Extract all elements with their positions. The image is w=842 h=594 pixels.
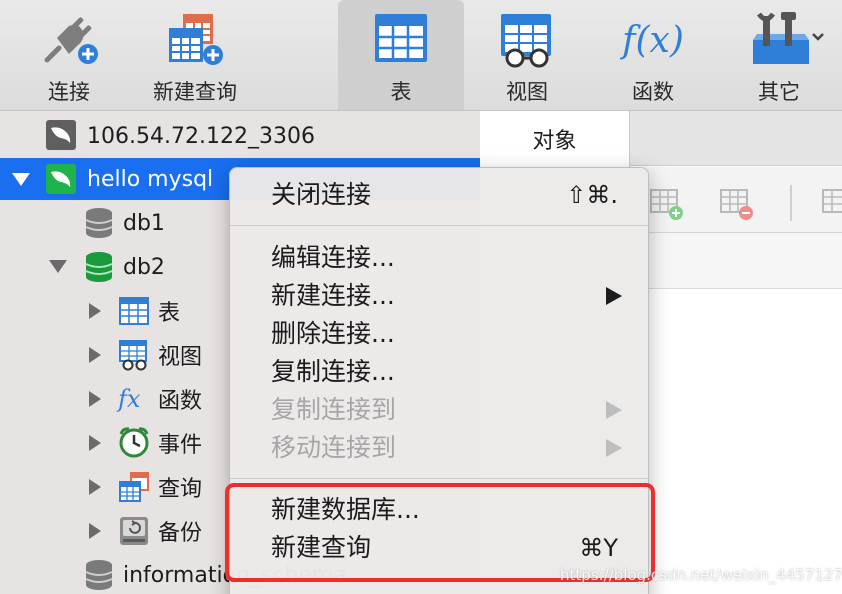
database-icon	[84, 207, 116, 239]
toolbar-table-label: 表	[390, 80, 412, 104]
menu-item-duplicate-connection[interactable]: 复制连接...	[230, 354, 648, 390]
connection-plug-icon	[39, 10, 99, 70]
menu-item-label: 编辑连接...	[271, 243, 395, 272]
new-query-icon	[165, 10, 225, 70]
menu-item-label: 新建连接...	[271, 281, 395, 310]
tab-objects[interactable]: 对象	[480, 111, 630, 167]
tree-item-label: 备份	[158, 521, 203, 546]
toolbar-other-button[interactable]: 其它	[716, 0, 842, 110]
menu-item-label: 移动连接到	[271, 433, 397, 462]
view-icon	[497, 10, 557, 70]
tree-item-connection-remote[interactable]: 106.54.72.122_3306	[0, 114, 480, 158]
disclosure-triangle-closed-icon[interactable]	[89, 435, 101, 451]
tree-item-label: 函数	[158, 389, 203, 414]
submenu-arrow-icon	[606, 401, 622, 419]
watermark-text: https://blog.csdn.net/weixin_44571270	[560, 566, 842, 584]
menu-item-shortcut: ⇧⌘.	[566, 181, 618, 209]
tree-item-label: 事件	[158, 433, 203, 458]
tree-item-label: 查询	[158, 477, 203, 502]
disclosure-triangle-closed-icon[interactable]	[89, 347, 101, 363]
tree-item-label: db2	[123, 254, 165, 280]
table-icon[interactable]	[822, 187, 842, 225]
disclosure-triangle-open-icon[interactable]	[12, 173, 30, 186]
toolbar-view-button[interactable]: 视图	[464, 0, 590, 110]
toolbar-new-query-label: 新建查询	[153, 80, 237, 104]
main-toolbar: 连接 新建查询 表 视图 f(x) 函数 其它	[0, 0, 842, 111]
toolbar-function-button[interactable]: f(x) 函数	[590, 0, 716, 110]
tree-item-label: 106.54.72.122_3306	[87, 123, 315, 149]
menu-item-close-connection[interactable]: 关闭连接 ⇧⌘.	[230, 177, 648, 213]
toolbar-new-query-button[interactable]: 新建查询	[132, 0, 258, 110]
menu-item-move-connection-to: 移动连接到	[230, 430, 648, 466]
toolbar-view-label: 视图	[506, 80, 548, 104]
menu-item-label: 删除连接...	[271, 319, 395, 348]
disclosure-triangle-closed-icon[interactable]	[89, 391, 101, 407]
tree-item-label: db1	[123, 210, 165, 236]
disclosure-triangle-closed-icon[interactable]	[89, 523, 101, 539]
delete-table-icon[interactable]	[720, 187, 754, 225]
menu-item-label: 关闭连接	[271, 180, 372, 209]
tools-icon	[749, 10, 824, 70]
view-icon	[118, 339, 150, 371]
menu-item-label: 复制连接...	[271, 357, 395, 386]
menu-item-edit-connection[interactable]: 编辑连接...	[230, 240, 648, 276]
menu-separator	[230, 225, 648, 226]
toolbar-other-label: 其它	[758, 80, 800, 104]
tree-item-label: 表	[158, 301, 181, 326]
function-glyph: fx	[118, 385, 141, 413]
function-icon: fx	[118, 383, 150, 415]
tab-bar: 对象	[480, 111, 842, 167]
database-icon	[84, 251, 116, 283]
new-table-icon[interactable]	[650, 187, 684, 225]
disclosure-triangle-open-icon[interactable]	[49, 260, 67, 273]
function-glyph: f(x)	[622, 19, 684, 61]
function-icon: f(x)	[622, 10, 684, 70]
toolbar-connect-label: 连接	[48, 80, 90, 104]
alarm-clock-icon	[118, 426, 150, 458]
database-icon	[84, 559, 116, 591]
toolbar-connect-button[interactable]: 连接	[6, 0, 132, 110]
menu-item-copy-connection-to: 复制连接到	[230, 392, 648, 428]
menu-separator	[230, 478, 648, 479]
toolbar-function-label: 函数	[632, 80, 674, 104]
toolbar-table-button[interactable]: 表	[338, 0, 464, 110]
backup-icon	[118, 515, 150, 547]
menu-item-new-connection[interactable]: 新建连接...	[230, 278, 648, 314]
disclosure-triangle-closed-icon[interactable]	[89, 479, 101, 495]
tree-item-label: 视图	[158, 345, 203, 370]
table-icon	[371, 10, 431, 70]
mysql-dolphin-icon	[45, 119, 77, 151]
table-icon	[118, 295, 150, 327]
submenu-arrow-icon	[606, 287, 622, 305]
disclosure-triangle-closed-icon[interactable]	[89, 303, 101, 319]
submenu-arrow-icon	[606, 439, 622, 457]
mysql-dolphin-icon	[45, 163, 77, 195]
tree-item-label: hello mysql	[87, 166, 214, 192]
menu-item-label: 复制连接到	[271, 395, 397, 424]
toolbar-divider	[790, 185, 792, 221]
query-icon	[118, 471, 150, 503]
menu-item-delete-connection[interactable]: 删除连接...	[230, 316, 648, 352]
